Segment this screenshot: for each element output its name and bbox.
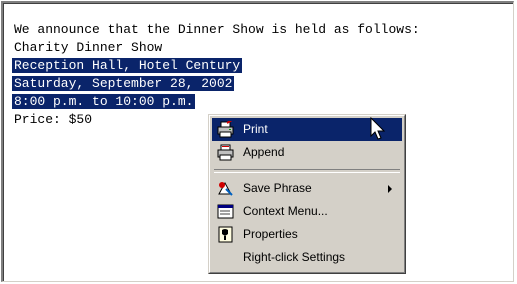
menu-item-label: Append	[243, 145, 285, 159]
printer-icon	[217, 121, 234, 138]
menu-item-label: Save Phrase	[243, 181, 312, 195]
mouse-cursor-icon	[370, 117, 386, 140]
properties-icon	[218, 226, 233, 243]
menu-item-right-click-settings[interactable]: Right-click Settings	[212, 246, 402, 269]
menu-item-label: Print	[243, 122, 268, 136]
menu-item-label: Right-click Settings	[243, 250, 346, 264]
document-line-selected: Saturday, September 28, 2002	[12, 76, 235, 91]
document-line-selected: Reception Hall, Hotel Century	[12, 58, 243, 73]
menu-item-save-phrase[interactable]: Save Phrase	[212, 177, 402, 200]
menu-item-append[interactable]: Append	[212, 141, 402, 164]
document-text-area[interactable]: We announce that the Dinner Show is held…	[12, 21, 422, 129]
menu-item-label: Properties	[243, 227, 298, 241]
append-printer-icon	[217, 144, 234, 161]
menu-item-label: Context Menu...	[243, 204, 328, 218]
document-line: We announce that the Dinner Show is held…	[14, 22, 420, 37]
menu-separator	[214, 169, 400, 173]
document-line: Charity Dinner Show	[14, 40, 163, 55]
menu-item-context-menu[interactable]: Context Menu...	[212, 200, 402, 223]
save-phrase-icon	[218, 181, 233, 196]
menu-item-properties[interactable]: Properties	[212, 223, 402, 246]
document-line-selected: 8:00 p.m. to 10:00 p.m.	[12, 94, 196, 109]
submenu-arrow-icon	[388, 185, 392, 193]
context-menu-icon	[217, 204, 234, 219]
